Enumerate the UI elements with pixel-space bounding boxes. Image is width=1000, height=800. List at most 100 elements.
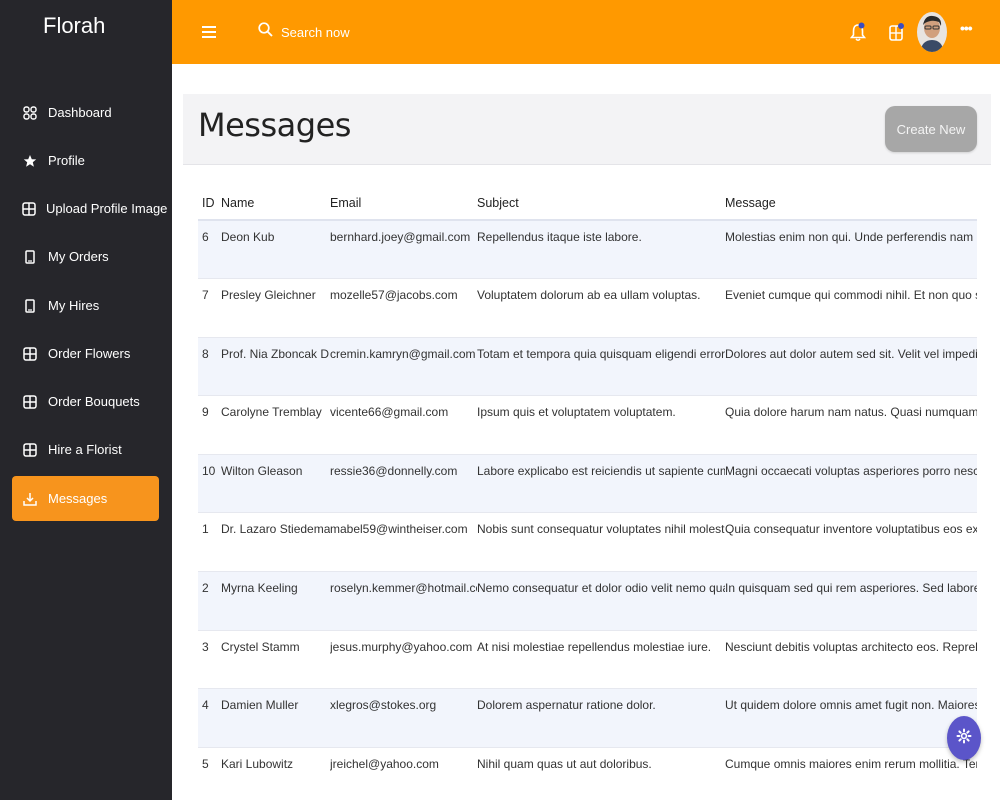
sidebar-item-profile[interactable]: Profile (12, 138, 159, 183)
phone-icon (22, 249, 38, 265)
cell-subject: Nobis sunt consequatur voluptates nihil … (477, 512, 725, 573)
cell-id: 3 (198, 630, 218, 690)
table-row[interactable]: 5 Kari Lubowitz jreichel@yahoo.com Nihil… (198, 747, 977, 800)
cell-id: 1 (198, 512, 218, 573)
apps-icon[interactable] (888, 22, 906, 47)
cell-id: 4 (198, 688, 218, 748)
cell-id: 10 (198, 454, 218, 514)
sidebar-item-my-orders[interactable]: My Orders (12, 234, 159, 279)
cell-id: 8 (198, 337, 218, 397)
cell-message: Eveniet cumque qui commodi nihil. Et non… (725, 278, 977, 338)
search-icon (258, 22, 273, 42)
sidebar-item-label: My Orders (48, 249, 109, 264)
sidebar-item-label: Hire a Florist (48, 442, 122, 457)
cell-email: mabel59@wintheiser.com (330, 512, 477, 573)
cell-name: Dr. Lazaro Stiedemann (218, 512, 330, 573)
gear-icon (956, 728, 972, 749)
plus-box-icon (22, 201, 36, 217)
cell-message: Nesciunt debitis voluptas architecto eos… (725, 630, 977, 690)
cell-name: Carolyne Tremblay (218, 395, 330, 455)
sidebar-item-order-bouquets[interactable]: Order Bouquets (12, 379, 159, 424)
bell-icon[interactable] (849, 22, 867, 47)
cell-subject: Nemo consequatur et dolor odio velit nem… (477, 571, 725, 631)
avatar[interactable] (917, 12, 947, 52)
plus-box-icon (22, 442, 38, 458)
settings-fab-button[interactable] (947, 716, 981, 760)
cell-message: Quia dolore harum nam natus. Quasi numqu… (725, 395, 977, 455)
cell-subject: Voluptatem dolorum ab ea ullam voluptas. (477, 278, 725, 338)
table-row[interactable]: 9 Carolyne Tremblay vicente66@gmail.com … (198, 395, 977, 455)
search-input[interactable]: Search now (258, 22, 350, 42)
plus-box-icon (22, 394, 38, 410)
table-row[interactable]: 2 Myrna Keeling roselyn.kemmer@hotmail.c… (198, 571, 977, 631)
cell-subject: Labore explicabo est reiciendis ut sapie… (477, 454, 725, 514)
cell-message: Ut quidem dolore omnis amet fugit non. M… (725, 688, 977, 748)
cell-email: cremin.kamryn@gmail.com (330, 337, 477, 397)
brand-logo[interactable]: Florah (43, 13, 105, 39)
cell-name: Crystel Stamm (218, 630, 330, 690)
hamburger-menu-icon[interactable] (202, 26, 216, 38)
cell-email: vicente66@gmail.com (330, 395, 477, 455)
column-header-email[interactable]: Email (330, 186, 477, 221)
cell-subject: Ipsum quis et voluptatem voluptatem. (477, 395, 725, 455)
cell-message: In quisquam sed qui rem asperiores. Sed … (725, 571, 977, 631)
messages-table: ID Name Email Subject Message 6 Deon Kub… (198, 186, 977, 800)
cell-id: 9 (198, 395, 218, 455)
cell-message: Molestias enim non qui. Unde perferendis… (725, 220, 977, 280)
table-row[interactable]: 4 Damien Muller xlegros@stokes.org Dolor… (198, 688, 977, 748)
cell-subject: Repellendus itaque iste labore. (477, 220, 725, 280)
search-placeholder: Search now (281, 24, 350, 40)
table-row[interactable]: 6 Deon Kub bernhard.joey@gmail.com Repel… (198, 220, 977, 280)
table-row[interactable]: 10 Wilton Gleason ressie36@donnelly.com … (198, 454, 977, 514)
top-bar: Search now ••• (172, 0, 1000, 64)
page-header: Messages Create New (183, 94, 991, 165)
cell-email: jesus.murphy@yahoo.com (330, 630, 477, 690)
table-row[interactable]: 1 Dr. Lazaro Stiedemann mabel59@wintheis… (198, 512, 977, 573)
cell-name: Prof. Nia Zboncak DDS (218, 337, 330, 397)
sidebar-item-label: Messages (48, 491, 108, 506)
messages-table-container[interactable]: ID Name Email Subject Message 6 Deon Kub… (198, 186, 977, 800)
column-header-name[interactable]: Name (218, 186, 330, 221)
sidebar-item-order-flowers[interactable]: Order Flowers (12, 331, 159, 376)
sidebar-item-label: Order Flowers (48, 346, 131, 361)
grid-icon (22, 105, 38, 121)
star-icon (22, 153, 38, 169)
sidebar-item-upload-profile-image[interactable]: Upload Profile Image (12, 186, 167, 231)
cell-subject: Nihil quam quas ut aut doloribus. (477, 747, 725, 800)
sidebar-item-my-hires[interactable]: My Hires (12, 283, 159, 328)
cell-id: 2 (198, 571, 218, 631)
column-header-subject[interactable]: Subject (477, 186, 725, 221)
table-row[interactable]: 3 Crystel Stamm jesus.murphy@yahoo.com A… (198, 630, 977, 690)
sidebar-item-hire-a-florist[interactable]: Hire a Florist (12, 427, 159, 472)
phone-icon (22, 298, 38, 314)
cell-email: ressie36@donnelly.com (330, 454, 477, 514)
sidebar-item-messages[interactable]: Messages (12, 476, 159, 521)
more-options-icon[interactable]: ••• (960, 20, 973, 36)
cell-name: Presley Gleichner (218, 278, 330, 338)
column-header-id[interactable]: ID (198, 186, 218, 221)
table-row[interactable]: 7 Presley Gleichner mozelle57@jacobs.com… (198, 278, 977, 338)
plus-box-icon (22, 346, 38, 362)
sidebar-item-dashboard[interactable]: Dashboard (12, 90, 159, 135)
cell-email: bernhard.joey@gmail.com (330, 220, 477, 280)
cell-subject: At nisi molestiae repellendus molestiae … (477, 630, 725, 690)
cell-email: mozelle57@jacobs.com (330, 278, 477, 338)
cell-name: Damien Muller (218, 688, 330, 748)
create-new-button[interactable]: Create New (885, 106, 977, 152)
cell-name: Myrna Keeling (218, 571, 330, 631)
table-row[interactable]: 8 Prof. Nia Zboncak DDS cremin.kamryn@gm… (198, 337, 977, 397)
cell-subject: Dolorem aspernatur ratione dolor. (477, 688, 725, 748)
cell-email: roselyn.kemmer@hotmail.com (330, 571, 477, 631)
cell-message: Quia consequatur inventore voluptatibus … (725, 512, 977, 573)
sidebar-item-label: Order Bouquets (48, 394, 140, 409)
cell-id: 7 (198, 278, 218, 338)
page-title: Messages (198, 106, 351, 144)
column-header-message[interactable]: Message (725, 186, 977, 221)
main-content: Messages Create New ID Name Email Subjec… (172, 64, 1000, 800)
cell-id: 5 (198, 747, 218, 800)
cell-message: Dolores aut dolor autem sed sit. Velit v… (725, 337, 977, 397)
cell-name: Deon Kub (218, 220, 330, 280)
cell-name: Wilton Gleason (218, 454, 330, 514)
sidebar-item-label: Dashboard (48, 105, 112, 120)
download-icon (22, 491, 38, 507)
